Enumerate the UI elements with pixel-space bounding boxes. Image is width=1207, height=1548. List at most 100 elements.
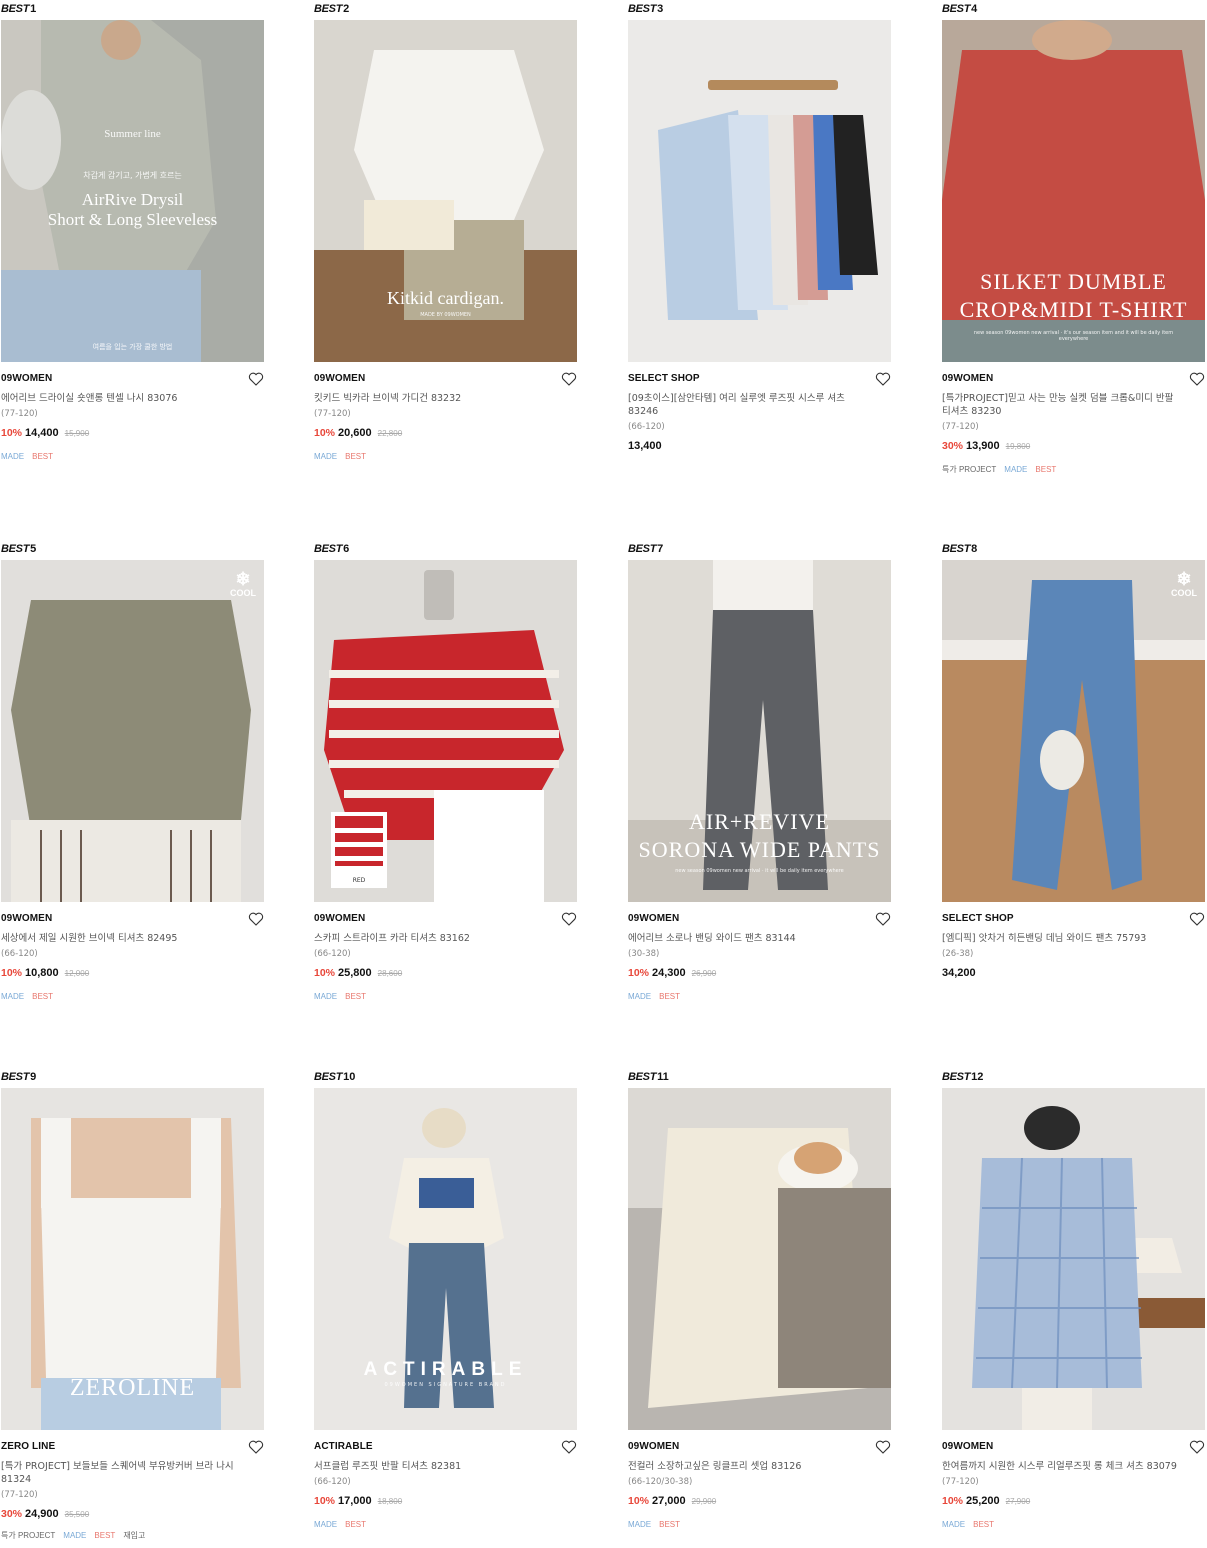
product-image[interactable]: AIR+REVIVE SORONA WIDE PANTS new season … [628, 560, 891, 902]
tag-row: MADE BEST [1, 451, 264, 463]
wishlist-heart-icon[interactable] [248, 1439, 264, 1455]
rank-label: BEST8 [942, 543, 978, 555]
brand-name[interactable]: 09WOMEN [628, 1440, 891, 1454]
product-size: (66-120) [1, 949, 38, 959]
product-name[interactable]: 전컬러 소장하고싶은 링클프리 셋업 83126 [628, 1460, 868, 1473]
sale-price: 13,400 [628, 440, 662, 452]
sale-price: 24,900 [25, 1508, 59, 1520]
tag-made: MADE [942, 1520, 966, 1529]
wishlist-heart-icon[interactable] [561, 371, 577, 387]
brand-name[interactable]: 09WOMEN [942, 372, 1205, 386]
brand-name[interactable]: SELECT SHOP [942, 912, 1205, 926]
product-image[interactable]: RED [314, 560, 577, 902]
original-price: 19,800 [1005, 442, 1031, 451]
brand-name[interactable]: 09WOMEN [314, 372, 577, 386]
product-image[interactable] [942, 1088, 1205, 1430]
product-size: (26-38) [942, 949, 974, 959]
discount-rate: 10% [314, 967, 336, 979]
wishlist-heart-icon[interactable] [1189, 911, 1205, 927]
product-size: (77-120) [942, 422, 979, 432]
discount-rate: 30% [1, 1508, 23, 1520]
product-name[interactable]: 에어리브 드라이실 숏앤롱 텐셀 나시 83076 [1, 392, 241, 405]
wishlist-heart-icon[interactable] [875, 371, 891, 387]
tag-made: MADE [314, 992, 338, 1001]
product-name[interactable]: 서프클럽 루즈핏 반팔 티셔츠 82381 [314, 1460, 554, 1473]
product-size: (77-120) [1, 409, 38, 419]
discount-rate: 30% [942, 440, 964, 452]
tag-best: BEST [659, 992, 681, 1001]
product-name[interactable]: 킷키드 빅카라 브이넥 가디건 83232 [314, 392, 554, 405]
brand-name[interactable]: ZERO LINE [1, 1440, 264, 1454]
product-name[interactable]: 세상에서 제일 시원한 브이넥 티셔츠 82495 [1, 932, 241, 945]
product-name[interactable]: [특가 PROJECT] 보들보들 스퀘어넥 부유방커버 브라 나시 81324 [1, 1460, 241, 1486]
product-name[interactable]: [엠디픽] 앗차거 히든밴딩 데님 와이드 팬츠 75793 [942, 932, 1182, 945]
brand-name[interactable]: 09WOMEN [1, 372, 264, 386]
cool-badge: ❄ COOL [1171, 569, 1197, 598]
tag-restock: 재입고 [123, 1531, 146, 1540]
wishlist-heart-icon[interactable] [561, 1439, 577, 1455]
brand-name[interactable]: 09WOMEN [314, 912, 577, 926]
tag-row: MADE BEST [628, 1519, 891, 1531]
original-price: 26,900 [691, 969, 717, 978]
tag-best: BEST [973, 1520, 995, 1529]
brand-name[interactable]: 09WOMEN [628, 912, 891, 926]
product-name[interactable]: 에어리브 소로나 밴딩 와이드 팬츠 83144 [628, 932, 868, 945]
tag-row: MADE BEST [1, 991, 264, 1003]
product-image[interactable]: ZEROLINE [1, 1088, 264, 1430]
wishlist-heart-icon[interactable] [561, 911, 577, 927]
sale-price: 13,900 [966, 440, 1000, 452]
original-price: 22,800 [377, 429, 403, 438]
discount-rate: 10% [628, 1495, 650, 1507]
product-image[interactable] [628, 20, 891, 362]
product-name[interactable]: 스카피 스트라이프 카라 티셔츠 83162 [314, 932, 554, 945]
wishlist-heart-icon[interactable] [1189, 371, 1205, 387]
price-row: 34,200 [942, 965, 1205, 979]
brand-name[interactable]: 09WOMEN [1, 912, 264, 926]
product-name[interactable]: 한여름까지 시원한 시스루 리얼루즈핏 롱 체크 셔츠 83079 [942, 1460, 1182, 1473]
tag-made: MADE [628, 992, 652, 1001]
price-row: 10% 14,400 15,900 [1, 425, 264, 439]
rank-label: BEST1 [1, 3, 37, 15]
tag-best: BEST [1035, 465, 1057, 474]
product-image[interactable]: ❄ COOL [942, 560, 1205, 902]
price-row: 10% 27,000 29,900 [628, 1493, 891, 1507]
product-image[interactable] [628, 1088, 891, 1430]
tag-row: 특가 PROJECT MADE BEST 재입고 [1, 1530, 264, 1542]
product-image[interactable]: Kitkid cardigan. MADE BY 09WOMEN [314, 20, 577, 362]
discount-rate: 10% [1, 967, 23, 979]
wishlist-heart-icon[interactable] [875, 1439, 891, 1455]
wishlist-heart-icon[interactable] [875, 911, 891, 927]
sale-price: 14,400 [25, 427, 59, 439]
tag-row: MADE BEST [314, 451, 577, 463]
wishlist-heart-icon[interactable] [248, 911, 264, 927]
tag-made: MADE [314, 452, 338, 461]
original-price: 12,000 [64, 969, 90, 978]
product-image[interactable]: Summer line 차갑게 감기고, 가볍게 흐르는 AirRive Dry… [1, 20, 264, 362]
tag-made: MADE [628, 1520, 652, 1529]
sale-price: 10,800 [25, 967, 59, 979]
original-price: 28,600 [377, 969, 403, 978]
brand-name[interactable]: ACTIRABLE [314, 1440, 577, 1454]
original-price: 18,800 [377, 1497, 403, 1506]
rank-label: BEST5 [1, 543, 37, 555]
rank-label: BEST2 [314, 3, 350, 15]
price-row: 10% 25,200 27,900 [942, 1493, 1205, 1507]
product-name[interactable]: [09초이스][삼안타템] 여리 실루엣 루즈핏 시스루 셔츠 83246 [628, 392, 868, 418]
product-image[interactable]: ACTIRABLE 09WOMEN SIGNATURE BRAND [314, 1088, 577, 1430]
wishlist-heart-icon[interactable] [1189, 1439, 1205, 1455]
product-image[interactable]: SILKET DUMBLE CROP&MIDI T-SHIRT new seas… [942, 20, 1205, 362]
original-price: 15,900 [64, 429, 90, 438]
product-name[interactable]: [특가PROJECT]믿고 사는 만능 실켓 덤블 크롭&미디 반팔 티셔츠 8… [942, 392, 1182, 418]
price-row: 30% 24,900 35,500 [1, 1506, 264, 1520]
tag-best: BEST [32, 452, 54, 461]
original-price: 29,900 [691, 1497, 717, 1506]
rank-label: BEST10 [314, 1071, 356, 1083]
brand-name[interactable]: SELECT SHOP [628, 372, 891, 386]
wishlist-heart-icon[interactable] [248, 371, 264, 387]
product-size: (30-38) [628, 949, 660, 959]
price-row: 10% 25,800 28,600 [314, 965, 577, 979]
tag-row: MADE BEST [314, 1519, 577, 1531]
product-image[interactable]: ❄ COOL [1, 560, 264, 902]
brand-name[interactable]: 09WOMEN [942, 1440, 1205, 1454]
price-row: 10% 20,600 22,800 [314, 425, 577, 439]
